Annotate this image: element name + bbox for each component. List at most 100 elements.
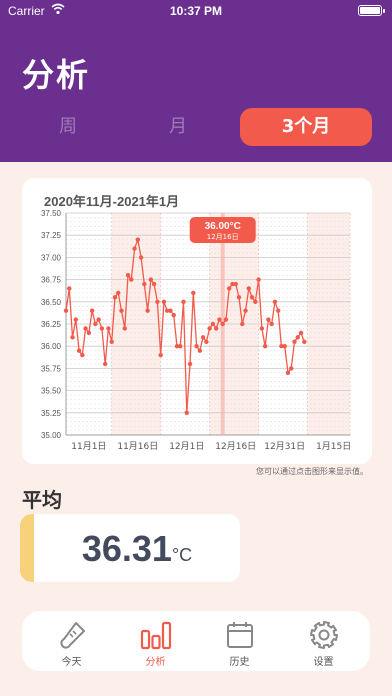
chart-y-tick-label: 37.25 bbox=[41, 231, 62, 240]
average-label: 平均 bbox=[22, 488, 62, 512]
chart-data-point bbox=[102, 361, 108, 367]
chart-data-point bbox=[112, 295, 118, 300]
chart-tooltip-value: 36.00°C bbox=[205, 221, 241, 232]
chart-data-point bbox=[83, 326, 88, 331]
chart-data-point bbox=[96, 317, 101, 322]
chart-data-point bbox=[266, 317, 271, 322]
segment-3-months[interactable]: 3个月 bbox=[240, 108, 372, 146]
chart-data-point bbox=[142, 281, 147, 287]
chart-data-point bbox=[275, 308, 281, 313]
chart-tooltip-date: 12月16日 bbox=[207, 233, 239, 241]
chart-data-point bbox=[70, 335, 75, 340]
chart-data-point bbox=[298, 330, 304, 336]
chart-data-point bbox=[76, 348, 82, 353]
gear-icon bbox=[310, 621, 338, 649]
chart-data-point bbox=[249, 295, 255, 300]
tab-history[interactable]: 历史 bbox=[196, 611, 283, 671]
chart-data-point bbox=[63, 308, 69, 313]
chart-data-point bbox=[89, 308, 95, 313]
chart-x-tick-label: 11月1日 bbox=[71, 441, 106, 452]
chart-data-point bbox=[233, 281, 238, 287]
chart-data-point bbox=[145, 308, 150, 313]
chart-data-point bbox=[223, 317, 229, 322]
chart-data-point bbox=[106, 326, 111, 331]
chart-data-point bbox=[86, 330, 92, 336]
chart-data-point bbox=[220, 321, 225, 327]
chart-data-point bbox=[155, 299, 160, 304]
chart-hint: 您可以通过点击图形来显示值。 bbox=[256, 467, 368, 476]
temperature-line-chart[interactable]: 37.50 37.25 37.00 36.75 36.50 36.25 36.00 35.75… bbox=[22, 178, 372, 464]
chart-data-point bbox=[289, 366, 294, 371]
average-value: 36.31°C bbox=[34, 528, 240, 570]
chart-x-tick-label: 11月16日 bbox=[117, 441, 158, 452]
chart-data-point bbox=[262, 344, 268, 349]
chart-data-point bbox=[217, 317, 222, 322]
chart-data-point bbox=[158, 352, 163, 358]
status-bar: Carrier 10:37 PM bbox=[0, 0, 392, 22]
chart-data-point bbox=[191, 290, 196, 296]
tab-today-label: 今天 bbox=[61, 657, 82, 668]
tab-analysis[interactable]: 分析 bbox=[112, 611, 199, 671]
chart-data-point bbox=[256, 277, 261, 282]
chart-x-tick-label: 1月15日 bbox=[316, 441, 351, 452]
chart-data-point bbox=[213, 326, 219, 331]
tab-settings-label: 设置 bbox=[313, 657, 334, 668]
bar-chart-icon bbox=[140, 621, 172, 650]
tab-bar: 今天 分析 历史 设置 bbox=[22, 611, 370, 671]
chart-data-point bbox=[151, 281, 157, 287]
chart-data-point bbox=[269, 321, 274, 327]
average-unit: °C bbox=[171, 545, 193, 565]
battery-icon bbox=[358, 5, 385, 16]
chart-x-tick-label: 12月1日 bbox=[169, 441, 204, 452]
chart-data-point bbox=[227, 286, 232, 291]
chart-data-point bbox=[236, 295, 242, 300]
chart-data-point bbox=[138, 255, 144, 260]
chart-data-point bbox=[259, 326, 265, 331]
chart-y-tick-label: 36.75 bbox=[41, 276, 62, 285]
chart-data-point bbox=[148, 277, 154, 282]
chart-y-tick-label: 36.50 bbox=[41, 298, 62, 307]
chart-data-point bbox=[73, 317, 78, 322]
chart-data-point bbox=[122, 326, 127, 331]
chart-data-point bbox=[210, 321, 216, 327]
chart-data-point bbox=[116, 290, 121, 296]
segment-month[interactable]: 月 bbox=[130, 108, 226, 146]
chart-y-tick-label: 35.00 bbox=[41, 431, 62, 440]
chart-data-point bbox=[204, 339, 209, 344]
chart-y-tick-label: 36.25 bbox=[41, 320, 62, 329]
chart-data-point bbox=[109, 339, 114, 344]
tab-settings[interactable]: 设置 bbox=[280, 611, 367, 671]
segment-week[interactable]: 周 bbox=[20, 108, 116, 146]
chart-data-point bbox=[200, 335, 206, 340]
chart-data-point bbox=[285, 370, 291, 376]
tab-today[interactable]: 今天 bbox=[28, 611, 115, 671]
chart-data-point bbox=[295, 335, 300, 340]
tab-analysis-label: 分析 bbox=[145, 657, 166, 668]
chart-data-point bbox=[184, 410, 189, 415]
chart-data-point bbox=[67, 286, 72, 291]
average-accent-bar bbox=[20, 514, 34, 582]
average-card: 36.31°C bbox=[20, 514, 240, 582]
chart-y-tick-label: 35.75 bbox=[41, 364, 62, 373]
chart-data-point bbox=[161, 299, 167, 304]
chart-data-point bbox=[272, 299, 278, 304]
chart-series-line bbox=[65, 237, 305, 413]
chart-data-point bbox=[253, 299, 258, 304]
chart-y-tick-label: 36.00 bbox=[41, 342, 62, 351]
chart-data-point bbox=[243, 308, 248, 313]
chart-data-point bbox=[197, 348, 203, 353]
chart-data-point bbox=[129, 277, 134, 282]
thermometer-icon bbox=[60, 622, 85, 649]
chart-x-tick-label: 12月31日 bbox=[264, 441, 305, 452]
chart-data-point bbox=[178, 344, 183, 349]
chart-data-point bbox=[80, 352, 85, 358]
chart-x-tick-label: 12月16日 bbox=[215, 441, 256, 452]
page-title: 分析 bbox=[22, 56, 91, 94]
chart-title: 2020年11月-2021年1月 bbox=[44, 194, 180, 209]
average-number: 36.31 bbox=[81, 528, 172, 569]
chart-data-point bbox=[93, 321, 98, 327]
chart-data-point bbox=[181, 299, 186, 304]
tab-history-label: 历史 bbox=[229, 657, 250, 668]
chart-y-tick-label: 37.50 bbox=[41, 209, 62, 218]
chart-data-point bbox=[240, 321, 245, 327]
